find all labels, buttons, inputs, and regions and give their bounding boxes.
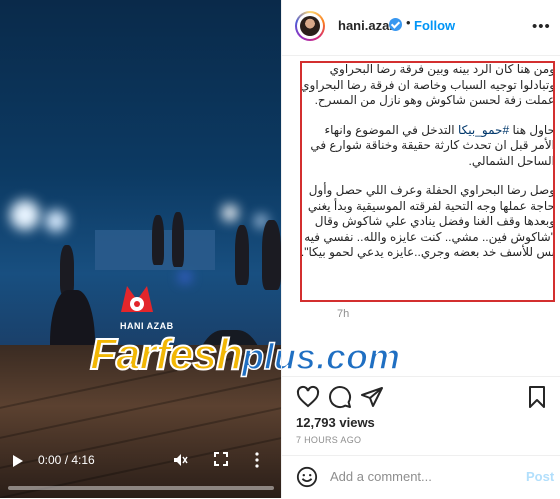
comment-icon[interactable] xyxy=(328,385,352,409)
post-timestamp: 7 HOURS AGO xyxy=(296,435,362,445)
caption-paragraph: حاول هنا #حمو_بيكا التدخل في الموضوع وان… xyxy=(310,122,555,168)
performer xyxy=(152,215,164,265)
audience-member xyxy=(262,220,281,290)
channel-name: HANI AZAB xyxy=(120,321,174,331)
heart-icon[interactable] xyxy=(296,385,320,409)
follow-button[interactable]: Follow xyxy=(414,18,455,33)
bookmark-icon[interactable] xyxy=(525,385,549,409)
fullscreen-icon[interactable] xyxy=(214,452,228,466)
stage-light xyxy=(10,200,40,230)
stage-light xyxy=(222,205,238,221)
post-comment-button[interactable]: Post xyxy=(526,469,554,484)
stage-light xyxy=(180,272,190,282)
audience-member xyxy=(235,225,249,285)
play-icon[interactable] xyxy=(12,454,24,468)
stage-light xyxy=(45,210,67,232)
mute-icon[interactable] xyxy=(172,452,188,468)
share-icon[interactable] xyxy=(360,385,384,409)
audience-member xyxy=(60,245,74,295)
avatar[interactable] xyxy=(295,11,325,41)
action-bar xyxy=(282,376,560,417)
post-caption: ومن هنا كان الرد بينه وبين فرقة رضا البح… xyxy=(300,62,555,302)
emoji-icon[interactable] xyxy=(296,466,318,488)
video-time: 0:00 / 4:16 xyxy=(38,453,95,467)
caption-paragraph: ومن هنا كان الرد بينه وبين فرقة رضا البح… xyxy=(300,62,555,107)
comment-input[interactable] xyxy=(328,468,512,485)
wooden-floor xyxy=(0,339,281,498)
caption-age: 7h xyxy=(337,308,350,320)
more-options-icon[interactable] xyxy=(254,452,260,468)
verified-icon xyxy=(389,18,402,31)
video-progress-bar[interactable] xyxy=(8,486,274,490)
post-panel: hani.azab • Follow ••• ومن هنا كان الرد … xyxy=(281,0,560,498)
performer xyxy=(172,212,184,267)
hashtag-link[interactable]: #حمو_بيكا xyxy=(458,123,509,137)
view-count[interactable]: 12,793 views xyxy=(296,415,375,430)
comment-bar: Post xyxy=(282,455,560,499)
caption-paragraph: وصل رضا البحراوي الحفلة وعرف اللي حصل وأ… xyxy=(300,183,555,259)
video-player[interactable]: HANI AZAB 0:00 / 4:16 xyxy=(0,0,281,498)
channel-logo xyxy=(121,286,153,312)
post-header: hani.azab • Follow ••• xyxy=(282,0,560,56)
more-options-icon[interactable]: ••• xyxy=(532,18,551,35)
separator-dot: • xyxy=(406,15,411,30)
